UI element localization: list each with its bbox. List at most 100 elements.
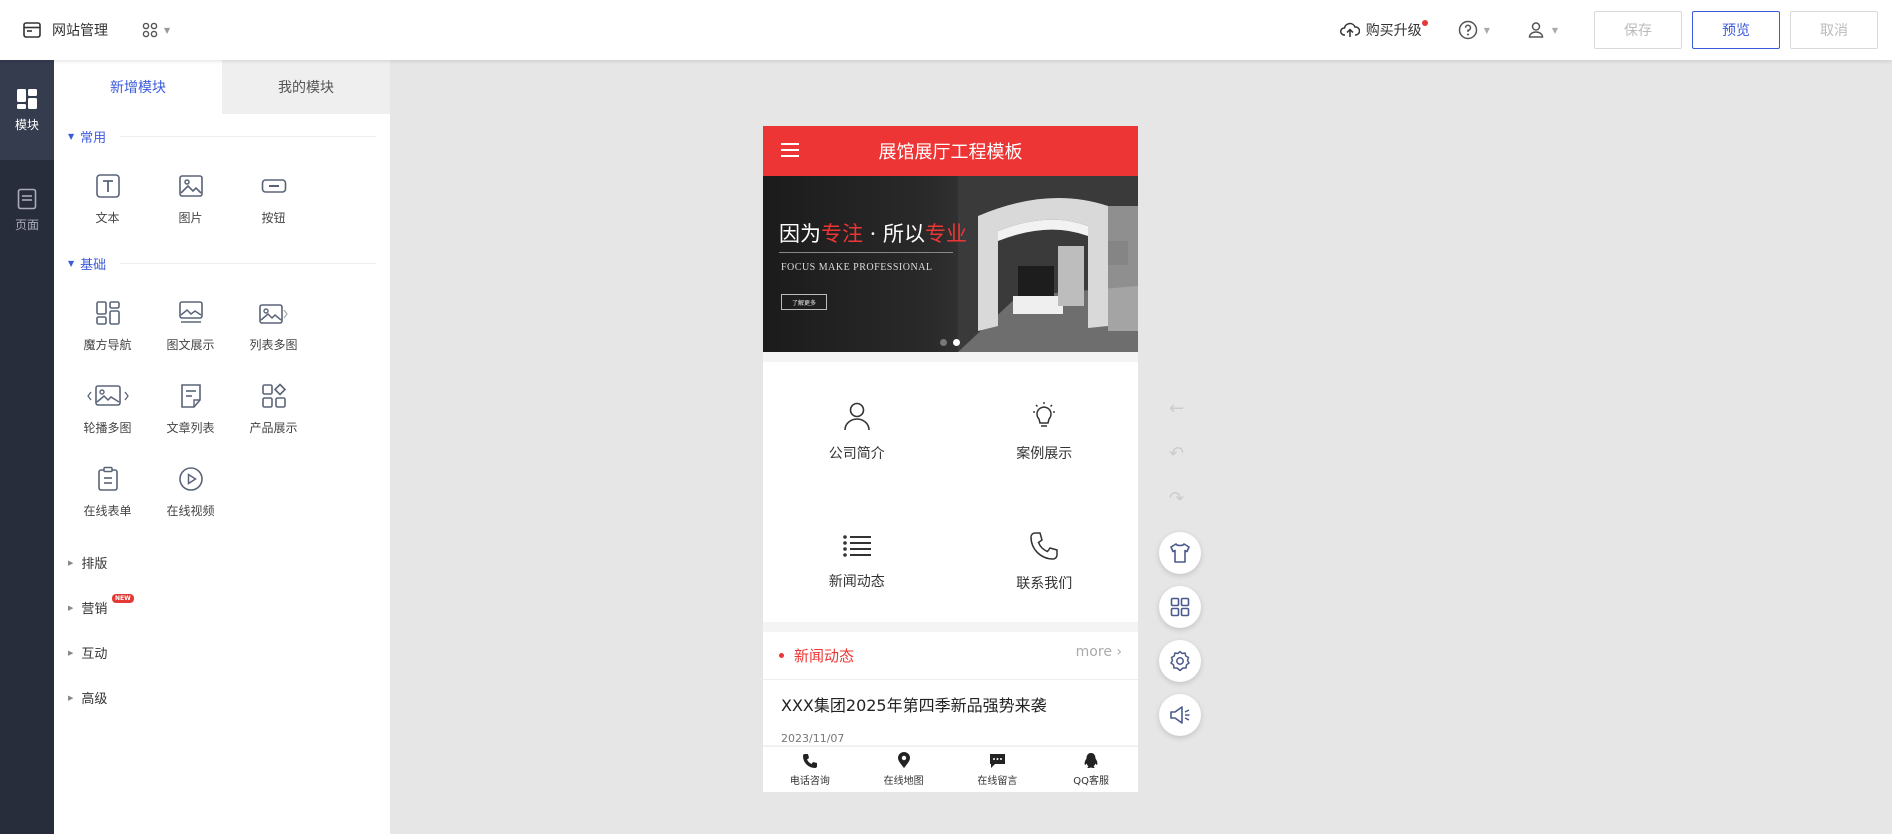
- rail-item-modules[interactable]: 模块: [0, 60, 54, 160]
- nav-grid: 公司简介 案例展示 新闻动态 联系我们: [763, 362, 1138, 622]
- module-label: 列表多图: [249, 338, 298, 352]
- section-common-header[interactable]: ▼ 常用: [54, 114, 390, 158]
- apps-menu[interactable]: ▼: [142, 22, 170, 38]
- top-bar: 网站管理 ▼ 购买升级 ▼ ▼ 保存 预览 取消: [0, 0, 1892, 60]
- common-modules-grid: 文本 图片 按钮: [54, 158, 390, 241]
- back-arrow-icon[interactable]: ←: [1169, 398, 1184, 419]
- user-icon: [1528, 22, 1544, 38]
- section-interaction[interactable]: ▶ 互动: [54, 630, 390, 675]
- upgrade-label: 购买升级: [1365, 23, 1422, 39]
- chevron-down-icon: ▼: [1551, 25, 1558, 35]
- tab-my-modules[interactable]: 我的模块: [222, 60, 390, 114]
- carousel-dots[interactable]: [940, 339, 960, 346]
- article-icon: [180, 384, 201, 408]
- nav-label: 新闻动态: [828, 574, 885, 590]
- banner-subtitle: FOCUS MAKE PROFESSIONAL: [781, 262, 933, 273]
- notification-dot: [1421, 20, 1428, 26]
- cloud-upload-icon: [1339, 22, 1360, 37]
- help-menu[interactable]: ▼: [1458, 20, 1490, 40]
- phone-preview[interactable]: 展馆展厅工程模板 因为专注 · 所以专业 FOCUS MAKE PROFESSI…: [763, 126, 1138, 792]
- settings-button[interactable]: [1159, 640, 1201, 682]
- module-video[interactable]: 在线视频: [149, 451, 232, 534]
- clipboard-icon: [97, 466, 118, 491]
- image-icon: [178, 175, 203, 197]
- rail-item-pages[interactable]: 页面: [0, 160, 54, 260]
- theme-tshirt-button[interactable]: [1159, 532, 1201, 574]
- triangle-right-icon: ▶: [68, 693, 74, 702]
- image-text-icon: [178, 301, 203, 323]
- bottom-label: QQ客服: [1073, 776, 1109, 787]
- section-layout[interactable]: ▶ 排版: [54, 540, 390, 585]
- divider: [120, 135, 376, 137]
- module-label: 在线表单: [83, 504, 132, 518]
- section-label: 营销: [81, 602, 108, 617]
- upgrade-button[interactable]: 购买升级: [1339, 20, 1428, 40]
- banner-divider: [779, 252, 953, 253]
- banner-carousel[interactable]: 因为专注 · 所以专业 FOCUS MAKE PROFESSIONAL 了解更多: [763, 176, 1138, 352]
- module-list-images[interactable]: 列表多图: [232, 285, 315, 368]
- module-image[interactable]: 图片: [149, 158, 232, 241]
- phone-header[interactable]: 展馆展厅工程模板: [763, 126, 1138, 176]
- preview-button[interactable]: 预览: [1692, 11, 1780, 49]
- hamburger-menu-icon[interactable]: [781, 142, 799, 158]
- module-label: 文章列表: [166, 421, 215, 435]
- carousel-dot[interactable]: [940, 339, 947, 346]
- section-advanced[interactable]: ▶ 高级: [54, 675, 390, 720]
- cancel-button[interactable]: 取消: [1790, 11, 1878, 49]
- chat-icon: [989, 753, 1005, 768]
- cube-nav-icon: [95, 301, 120, 325]
- section-basic-header[interactable]: ▼ 基础: [54, 241, 390, 285]
- section-marketing[interactable]: ▶ 营销 NEW: [54, 585, 390, 630]
- module-label: 图片: [178, 211, 203, 225]
- module-text[interactable]: 文本: [66, 158, 149, 241]
- gear-icon: [1170, 650, 1190, 672]
- bottom-qq[interactable]: QQ客服: [1044, 747, 1138, 792]
- person-icon: [843, 402, 870, 431]
- nav-cases[interactable]: 案例展示: [951, 372, 1139, 492]
- tab-new-modules[interactable]: 新增模块: [54, 60, 222, 114]
- module-cube-nav[interactable]: 魔方导航: [66, 285, 149, 368]
- topbar-right: 购买升级 ▼ ▼ 保存 预览 取消: [1339, 0, 1892, 60]
- module-label: 图文展示: [166, 338, 215, 352]
- phone-icon: [1030, 532, 1058, 560]
- nav-company-intro[interactable]: 公司简介: [763, 372, 951, 492]
- announcement-button[interactable]: [1159, 694, 1201, 736]
- banner-more-button[interactable]: 了解更多: [781, 294, 827, 310]
- redo-icon[interactable]: ↷: [1169, 488, 1184, 509]
- section-label: 互动: [81, 647, 108, 662]
- news-heading: 新闻动态: [794, 647, 855, 665]
- section-label: 基础: [80, 257, 107, 273]
- nav-contact[interactable]: 联系我们: [951, 502, 1139, 622]
- bottom-message[interactable]: 在线留言: [951, 747, 1045, 792]
- megaphone-icon: [1170, 706, 1190, 724]
- news-more-link[interactable]: more ›: [1076, 644, 1122, 660]
- page-icon: [17, 188, 37, 209]
- module-carousel[interactable]: 轮播多图: [66, 368, 149, 451]
- news-item[interactable]: XXX集团2025年第四季新品强势来袭 2023/11/07: [763, 680, 1138, 745]
- module-form[interactable]: 在线表单: [66, 451, 149, 534]
- save-button[interactable]: 保存: [1594, 11, 1682, 49]
- module-label: 文本: [95, 211, 120, 225]
- phone-title: 展馆展厅工程模板: [878, 142, 1023, 163]
- rail-label: 模块: [14, 117, 39, 132]
- news-header: 新闻动态 more ›: [763, 632, 1138, 680]
- layout-grid-button[interactable]: [1159, 586, 1201, 628]
- nav-news[interactable]: 新闻动态: [763, 502, 951, 622]
- bottom-map[interactable]: 在线地图: [857, 747, 951, 792]
- lightbulb-icon: [1033, 402, 1056, 427]
- new-badge: NEW: [112, 594, 134, 603]
- exhibition-booth-image: [958, 176, 1138, 352]
- banner-slogan: 因为专注 · 所以专业: [779, 222, 968, 246]
- user-menu[interactable]: ▼: [1526, 20, 1558, 40]
- product-icon: [261, 383, 286, 408]
- site-title[interactable]: 网站管理: [52, 20, 108, 40]
- chevron-down-icon: ▼: [164, 25, 171, 35]
- bottom-phone-consult[interactable]: 电话咨询: [763, 747, 857, 792]
- undo-icon[interactable]: ↶: [1169, 443, 1184, 464]
- module-image-text[interactable]: 图文展示: [149, 285, 232, 368]
- carousel-dot-active[interactable]: [953, 339, 960, 346]
- module-product[interactable]: 产品展示: [232, 368, 315, 451]
- module-button[interactable]: 按钮: [232, 158, 315, 241]
- module-label: 按钮: [261, 211, 286, 225]
- module-article-list[interactable]: 文章列表: [149, 368, 232, 451]
